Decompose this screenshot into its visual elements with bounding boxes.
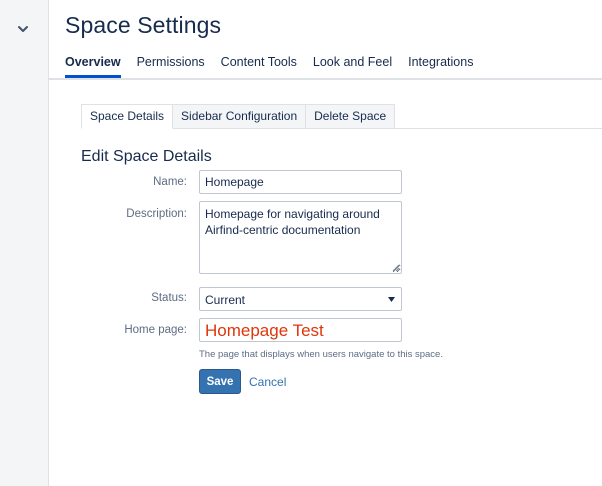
subtab-sidebar-configuration[interactable]: Sidebar Configuration — [173, 104, 307, 129]
nav-tab-overview[interactable]: Overview — [65, 52, 121, 78]
cancel-link[interactable]: Cancel — [249, 375, 286, 389]
status-select[interactable]: Current — [199, 287, 402, 311]
form-heading: Edit Space Details — [81, 148, 212, 165]
chevron-down-icon — [18, 26, 28, 32]
status-label: Status: — [151, 292, 187, 304]
nav-tab-content-tools[interactable]: Content Tools — [221, 52, 297, 78]
nav-tab-look-and-feel[interactable]: Look and Feel — [313, 52, 392, 78]
name-label: Name: — [153, 176, 187, 188]
page-title: Space Settings — [65, 12, 222, 38]
nav-tab-permissions[interactable]: Permissions — [137, 52, 205, 78]
home-page-label: Home page: — [124, 324, 187, 336]
status-selected-value: Current — [205, 293, 246, 307]
caret-down-icon — [388, 297, 395, 302]
name-input[interactable] — [199, 170, 402, 194]
home-page-help-text: The page that displays when users naviga… — [199, 349, 443, 360]
home-page-value: Homepage Test — [205, 321, 324, 340]
description-label: Description: — [126, 208, 187, 220]
space-subtabs: Space Details Sidebar Configuration Dele… — [81, 104, 396, 129]
save-button[interactable]: Save — [199, 369, 241, 394]
left-sidebar — [0, 0, 49, 486]
nav-divider — [49, 78, 602, 80]
subtab-space-details[interactable]: Space Details — [81, 104, 174, 129]
description-textarea[interactable]: Homepage for navigating around Airfind-c… — [199, 201, 402, 274]
main-content: Space Settings Overview Permissions Cont… — [49, 0, 602, 486]
nav-tab-integrations[interactable]: Integrations — [408, 52, 473, 78]
home-page-input[interactable]: Homepage Test — [199, 318, 402, 342]
subtab-delete-space[interactable]: Delete Space — [306, 104, 396, 129]
settings-nav: Overview Permissions Content Tools Look … — [65, 52, 489, 78]
sidebar-toggle-button[interactable] — [14, 20, 32, 38]
